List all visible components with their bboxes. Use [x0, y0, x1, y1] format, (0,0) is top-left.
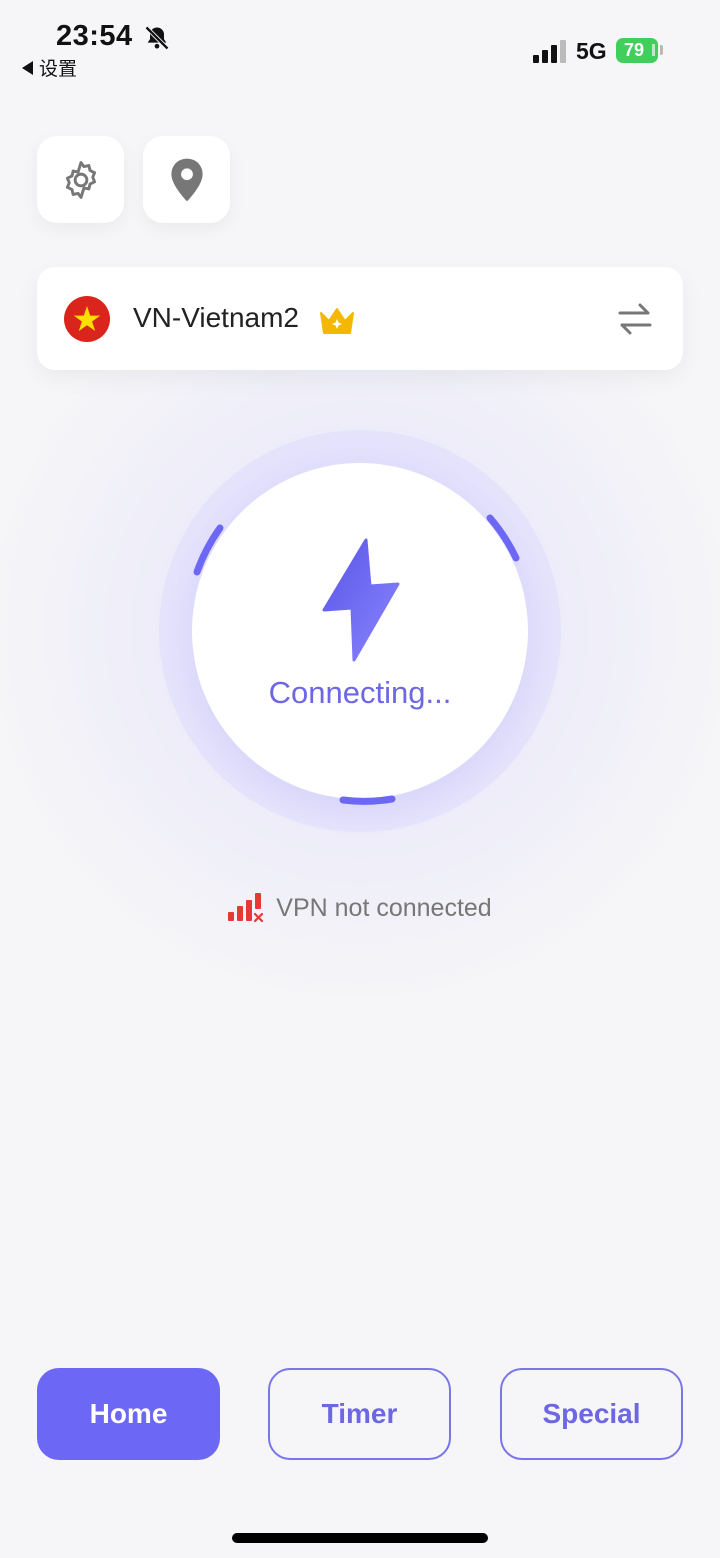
back-triangle-icon	[22, 60, 33, 75]
lightning-bolt-icon	[322, 538, 400, 662]
location-pin-icon	[170, 158, 203, 201]
server-name: VN-Vietnam2	[133, 302, 300, 333]
vpn-status: VPN not connected	[0, 893, 720, 923]
status-time: 23:54	[56, 20, 133, 52]
vietnam-flag-icon	[64, 296, 110, 342]
tab-timer[interactable]: Timer	[268, 1368, 451, 1460]
home-indicator[interactable]	[232, 1533, 488, 1543]
crown-icon	[320, 308, 354, 334]
server-selector[interactable]: VN-Vietnam2	[37, 267, 683, 370]
battery-indicator: 79	[616, 38, 658, 63]
battery-cap	[660, 45, 663, 55]
bell-slash-icon	[145, 26, 169, 50]
back-to-settings-link[interactable]: 设置	[22, 54, 77, 81]
battery-level: 79	[623, 40, 645, 60]
settings-button[interactable]	[37, 136, 124, 223]
connect-status-label: Connecting...	[268, 675, 452, 710]
swap-arrows-icon[interactable]	[616, 300, 654, 338]
tab-special[interactable]: Special	[500, 1368, 683, 1460]
tab-home[interactable]: Home	[37, 1368, 220, 1460]
network-type: 5G	[576, 38, 607, 64]
back-label: 设置	[39, 58, 78, 80]
cellular-signal-icon	[533, 40, 566, 63]
no-signal-icon	[228, 893, 264, 923]
gear-icon	[65, 160, 96, 199]
location-button[interactable]	[143, 136, 230, 223]
vpn-status-text: VPN not connected	[276, 893, 492, 922]
battery-charging-mark	[652, 44, 655, 56]
